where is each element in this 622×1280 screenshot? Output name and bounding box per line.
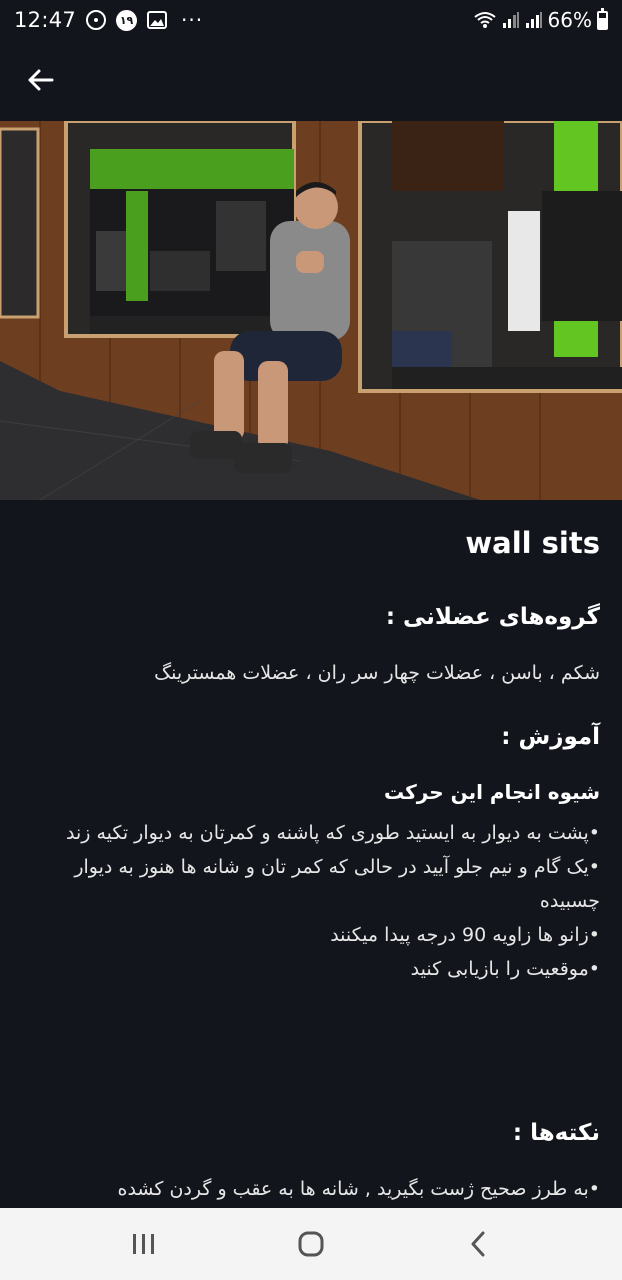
signal-icon: [502, 11, 520, 29]
battery-icon: [597, 7, 608, 30]
arrow-left-icon: [28, 69, 54, 91]
home-button[interactable]: [281, 1214, 341, 1274]
battery-percent: 66%: [547, 8, 592, 32]
steps-list: •پشت به دیوار به ایستید طوری که پاشنه و …: [20, 816, 600, 986]
muscles-text: شکم ، باسن ، عضلات چهار سر ران ، عضلات ه…: [154, 662, 600, 684]
exercise-image: [0, 121, 622, 500]
system-nav-bar: [0, 1208, 622, 1280]
image-icon: [147, 11, 168, 29]
home-icon: [298, 1231, 324, 1257]
muscles-title: گروه‌های عضلانی :: [385, 604, 600, 630]
tips-list: •به طرز صحیح ژست بگیرید , شانه ها به عقب…: [20, 1172, 601, 1207]
back-button[interactable]: [20, 62, 60, 98]
list-item: •زانو ها زاویه 90 درجه پیدا میکنند: [330, 924, 600, 946]
status-right: 66%: [473, 7, 608, 32]
back-icon: [471, 1231, 485, 1257]
circle-status-icon: [86, 10, 107, 30]
clock: 12:47: [14, 8, 77, 32]
battery-fill: [599, 17, 606, 28]
list-item: •یک گام و نیم جلو آیید در حالی که کمر تا…: [74, 856, 600, 912]
list-item: •به طرز صحیح ژست بگیرید , شانه ها به عقب…: [117, 1178, 601, 1200]
signal-icon: [525, 11, 543, 29]
wifi-icon: [473, 11, 497, 29]
tips-title: نکته‌ها :: [512, 1120, 600, 1146]
status-bar: 12:47 ۱۹ ··· 66%: [0, 0, 622, 40]
list-item: •پشت به دیوار به ایستید طوری که پاشنه و …: [65, 822, 600, 844]
recent-apps-icon: [132, 1234, 154, 1254]
exercise-name: wall sits: [465, 526, 600, 560]
app-bar: [0, 40, 622, 120]
more-indicator: ···: [181, 8, 204, 32]
status-left: 12:47 ۱۹ ···: [14, 8, 203, 32]
list-item: •موقعیت را بازیابی کنید: [410, 958, 600, 980]
system-back-button[interactable]: [448, 1214, 508, 1274]
tutorial-title: آموزش :: [501, 724, 600, 750]
exercise-details: wall sits گروه‌های عضلانی : شکم ، باسن ،…: [0, 500, 622, 1208]
recent-apps-button[interactable]: [114, 1214, 174, 1274]
number-badge-icon: ۱۹: [116, 9, 138, 31]
how-to-title: شیوه انجام این حرکت: [383, 780, 600, 804]
